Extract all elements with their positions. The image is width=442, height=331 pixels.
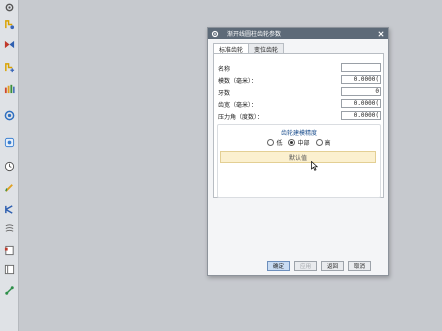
- module-label: 模数（毫米）：: [218, 78, 258, 85]
- precision-group: 齿轮建模精度 低 中部 高 默认值: [217, 124, 381, 198]
- precision-high-radio[interactable]: 高: [315, 138, 331, 147]
- mouse-cursor-icon: [311, 161, 318, 171]
- pressure-angle-input[interactable]: 0.0000(: [341, 111, 381, 120]
- gear-rotate-icon[interactable]: [3, 109, 15, 121]
- chevron-tool-icon[interactable]: [3, 203, 15, 215]
- close-icon: [377, 30, 384, 37]
- radio-checked-icon: [288, 139, 296, 146]
- default-values-button[interactable]: 默认值: [220, 151, 376, 163]
- gear-edit-icon[interactable]: [3, 18, 15, 30]
- tab-panel: 名称 模数（毫米）： 0.0000( 牙数 0 齿宽（毫米）： 0.0000( …: [213, 53, 384, 198]
- face-width-label: 齿宽（毫米）：: [218, 102, 258, 109]
- name-label: 名称: [218, 66, 231, 73]
- radio-unchecked-icon: [267, 139, 275, 146]
- radio-unchecked-icon: [315, 139, 323, 146]
- left-toolbar: [0, 0, 19, 331]
- precision-low-label: 低: [276, 140, 283, 147]
- clock-icon[interactable]: [3, 160, 15, 172]
- name-input[interactable]: [341, 63, 381, 72]
- precision-title: 齿轮建模精度: [280, 130, 317, 137]
- name-row: 名称: [218, 63, 381, 73]
- dialog-title: 渐开线圆柱齿轮参数: [227, 31, 282, 38]
- precision-options: 低 中部 高: [218, 138, 380, 147]
- teeth-row: 牙数 0: [218, 87, 381, 97]
- precision-high-label: 高: [324, 140, 331, 147]
- panel-icon[interactable]: [3, 263, 15, 275]
- precision-medium-radio[interactable]: 中部: [288, 138, 310, 147]
- ok-button[interactable]: 确定: [267, 261, 290, 271]
- module-input[interactable]: 0.0000(: [341, 75, 381, 84]
- pressure-angle-label: 压力角（度数）：: [218, 114, 264, 121]
- module-row: 模数（毫米）： 0.0000(: [218, 75, 381, 85]
- cancel-button[interactable]: 取消: [348, 261, 371, 271]
- document-icon[interactable]: [3, 244, 15, 256]
- gear-icon[interactable]: [3, 1, 15, 13]
- gear-icon: [211, 30, 219, 37]
- teeth-label: 牙数: [218, 90, 231, 97]
- pencil-icon[interactable]: [3, 181, 15, 193]
- tab-bar: 标准齿轮 变位齿轮: [213, 43, 285, 55]
- dialog-button-bar: 确定 应用 返回 取消: [267, 261, 371, 271]
- face-width-input[interactable]: 0.0000(: [341, 99, 381, 108]
- apply-button[interactable]: 应用: [294, 261, 317, 271]
- spring-icon[interactable]: [3, 222, 15, 234]
- close-button[interactable]: [376, 29, 385, 38]
- connector-icon[interactable]: [3, 284, 15, 296]
- face-width-row: 齿宽（毫米）： 0.0000(: [218, 99, 381, 109]
- dialog-titlebar[interactable]: 渐开线圆柱齿轮参数: [208, 28, 388, 39]
- gear-parameters-dialog: 渐开线圆柱齿轮参数 标准齿轮 变位齿轮 名称 模数（毫米）： 0.0000( 牙…: [207, 27, 389, 276]
- gear-info-icon[interactable]: [3, 136, 15, 148]
- back-button[interactable]: 返回: [321, 261, 344, 271]
- gear-chart-icon[interactable]: [3, 82, 15, 94]
- gear-move-icon[interactable]: [3, 61, 15, 73]
- precision-medium-label: 中部: [297, 140, 310, 147]
- pressure-angle-row: 压力角（度数）： 0.0000(: [218, 111, 381, 121]
- precision-low-radio[interactable]: 低: [267, 138, 282, 147]
- gear-mesh-icon[interactable]: [3, 38, 15, 50]
- teeth-input[interactable]: 0: [341, 87, 381, 96]
